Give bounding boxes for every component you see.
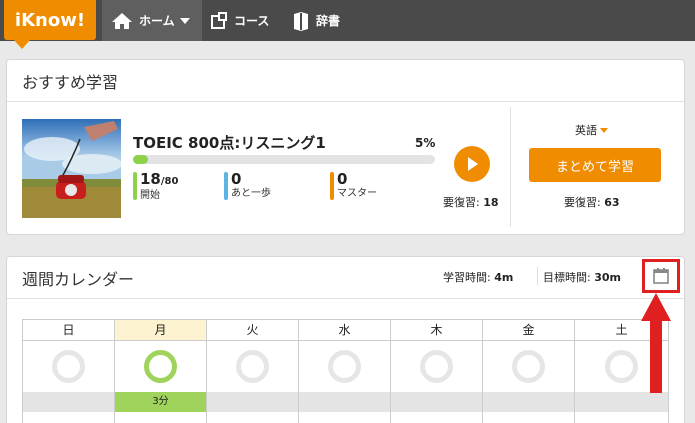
stat-almost-bar: [224, 172, 228, 200]
stat-started-label: 開始: [140, 190, 160, 201]
day-sun[interactable]: 日: [23, 320, 115, 423]
day-label: 水: [299, 320, 390, 341]
day-wed[interactable]: 水: [299, 320, 391, 423]
home-icon: [112, 12, 132, 29]
book-icon: [294, 11, 308, 31]
play-button[interactable]: [454, 146, 490, 182]
day-tue[interactable]: 火: [207, 320, 299, 423]
calendar-button[interactable]: [642, 259, 680, 293]
day-label: 日: [23, 320, 114, 341]
day-progress-ring: [144, 350, 177, 383]
nav-course-label: コース: [234, 14, 270, 28]
day-fri[interactable]: 金: [483, 320, 575, 423]
day-label: 木: [391, 320, 482, 341]
calendar-panel: 週間カレンダー 学習時間: 4m 目標時間: 30m 日 月 3分 火 水 木 …: [6, 256, 685, 423]
day-progress-ring: [605, 350, 638, 383]
day-time: [299, 392, 390, 412]
day-label: 金: [483, 320, 574, 341]
red-arrow-icon: [641, 293, 671, 393]
nav-dictionary-label: 辞書: [316, 14, 341, 28]
nav-course[interactable]: コース: [210, 0, 269, 41]
day-thu[interactable]: 木: [391, 320, 483, 423]
course-icon: [211, 11, 227, 29]
course-title[interactable]: TOEIC 800点:リスニング1: [133, 132, 326, 153]
day-label: 月: [115, 320, 206, 341]
progress-bar: [133, 155, 435, 164]
stat-mastered-count: 0: [337, 170, 348, 188]
progress-fill: [133, 155, 149, 164]
day-progress-ring: [420, 350, 453, 383]
study-time-value: 4m: [494, 271, 514, 284]
stat-almost: 0 あと一歩: [224, 172, 271, 200]
day-time: [483, 392, 574, 412]
day-time: 3分: [115, 392, 206, 412]
day-time: [575, 392, 668, 412]
goal-time: 目標時間: 30m: [543, 269, 621, 285]
nav-home-label: ホーム: [139, 14, 175, 28]
language-select[interactable]: 英語: [575, 122, 608, 138]
day-time: [23, 392, 114, 412]
stat-mastered-label: マスター: [337, 188, 377, 199]
divider: [510, 107, 511, 227]
batch-study-button[interactable]: まとめて学習: [529, 148, 661, 182]
chevron-down-icon: [179, 17, 190, 24]
language-label: 英語: [575, 124, 597, 137]
day-time: [391, 392, 482, 412]
nav-dictionary[interactable]: 辞書: [292, 0, 340, 41]
logo-tail: [14, 40, 30, 49]
stat-started: 18/80 開始: [133, 170, 179, 201]
stat-started-count: 18: [140, 170, 161, 188]
day-mon[interactable]: 月 3分: [115, 320, 207, 423]
goal-time-value: 30m: [594, 271, 621, 284]
course-review: 要復習: 18: [443, 194, 499, 210]
stat-started-bar: [133, 172, 137, 200]
day-progress-ring: [52, 350, 85, 383]
calendar-icon: [653, 268, 669, 284]
study-time: 学習時間: 4m: [443, 269, 513, 285]
batch-review-count: 63: [604, 196, 620, 209]
stat-started-total: /80: [160, 176, 179, 187]
recommended-panel: おすすめ学習 TOEIC 800点:リスニング1 5% 18/80 開始 0 あ…: [6, 59, 685, 235]
course-review-label: 要復習:: [443, 196, 480, 209]
telephone-photo-icon: [22, 119, 121, 218]
course-review-count: 18: [483, 196, 499, 209]
progress-percent: 5%: [415, 136, 436, 150]
logo[interactable]: iKnow!: [4, 0, 96, 40]
stat-mastered-bar: [330, 172, 334, 200]
stat-mastered: 0 マスター: [330, 172, 377, 200]
day-progress-ring: [236, 350, 269, 383]
recommended-title: おすすめ学習: [7, 60, 684, 102]
course-thumbnail[interactable]: [22, 119, 121, 218]
goal-time-label: 目標時間:: [543, 271, 591, 284]
week-grid: 日 月 3分 火 水 木 金 土: [22, 319, 669, 423]
day-progress-ring: [512, 350, 545, 383]
batch-review: 要復習: 63: [564, 194, 620, 210]
day-label: 火: [207, 320, 298, 341]
chevron-down-icon: [600, 127, 608, 133]
study-time-label: 学習時間:: [443, 271, 491, 284]
divider: [537, 267, 538, 285]
day-time: [207, 392, 298, 412]
stat-almost-label: あと一歩: [231, 188, 271, 199]
batch-review-label: 要復習:: [564, 196, 601, 209]
nav-home[interactable]: ホーム: [102, 0, 202, 41]
day-progress-ring: [328, 350, 361, 383]
stat-almost-count: 0: [231, 170, 242, 188]
